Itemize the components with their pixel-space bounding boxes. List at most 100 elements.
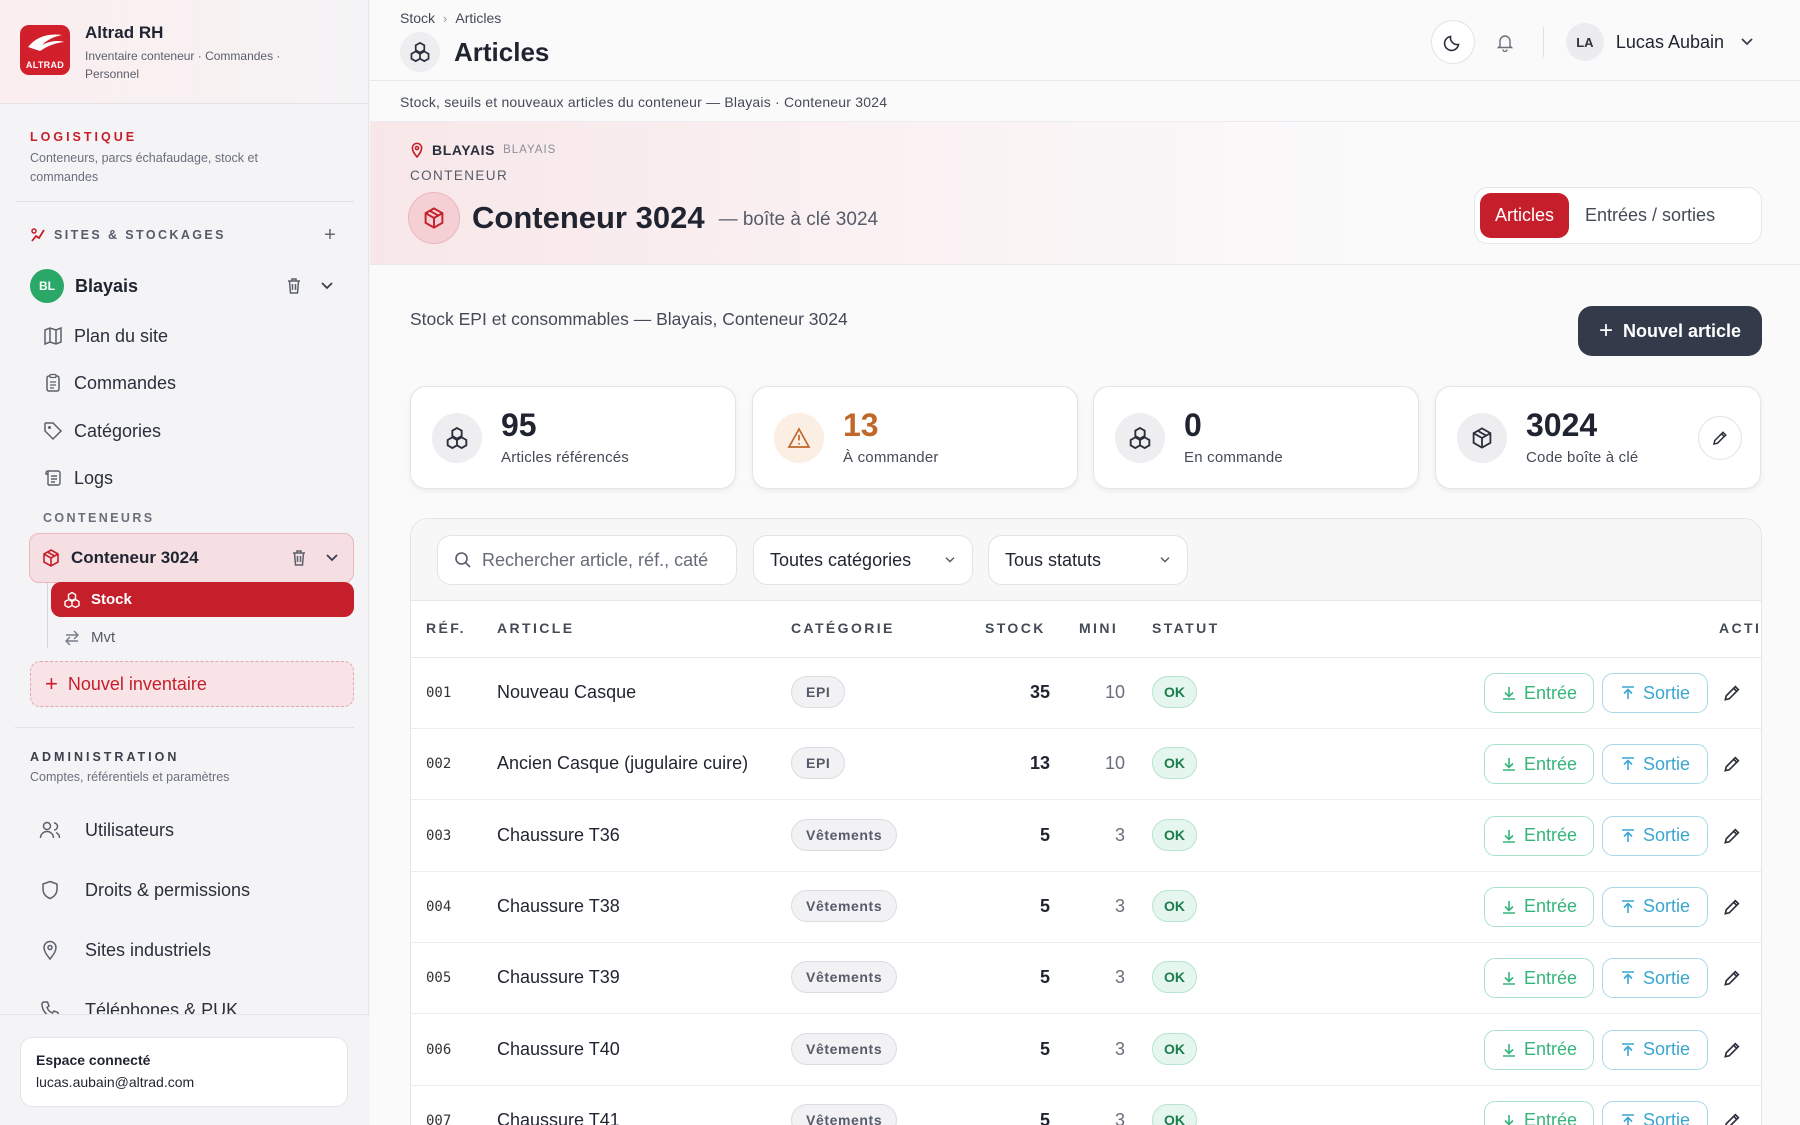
pin-icon [411, 142, 423, 158]
entry-button[interactable]: Entrée [1484, 1029, 1594, 1070]
sidebar-item-movements[interactable]: Mvt [51, 620, 354, 655]
article-ref: 002 [426, 756, 452, 773]
edit-article-button[interactable] [1714, 889, 1750, 925]
article-name: Chaussure T36 [497, 824, 620, 845]
notifications-button[interactable] [1483, 20, 1527, 64]
entry-button[interactable]: Entrée [1484, 1100, 1594, 1125]
article-name: Chaussure T40 [497, 1038, 620, 1059]
table-row[interactable]: 002 Ancien Casque (jugulaire cuire) EPI … [411, 729, 1761, 801]
column-header[interactable]: RÉF. [426, 620, 466, 636]
sidebar-item-label: Droits & permissions [85, 879, 251, 900]
trash-icon[interactable] [286, 277, 302, 295]
column-header[interactable]: ARTICLE [497, 620, 574, 636]
tab-articles[interactable]: Articles [1480, 193, 1570, 238]
download-icon [1502, 758, 1515, 772]
mini-value: 10 [1104, 753, 1125, 774]
entry-button[interactable]: Entrée [1484, 958, 1594, 999]
stock-value: 13 [1029, 753, 1050, 774]
kpi-label: Articles référencés [501, 449, 630, 466]
sidebar-item-site-plan[interactable]: Plan du site [42, 318, 342, 354]
article-name: Chaussure T41 [497, 1109, 620, 1125]
column-header[interactable]: STATUT [1152, 620, 1220, 636]
kpi-label: En commande [1184, 449, 1283, 466]
chevron-down-icon [1741, 38, 1753, 46]
map-icon [42, 325, 64, 347]
add-site-button[interactable]: + [320, 224, 340, 247]
entry-button[interactable]: Entrée [1484, 886, 1594, 927]
sidebar-item-label: Sites industriels [85, 939, 212, 960]
kpi-label: À commander [843, 449, 939, 466]
table-row[interactable]: 007 Chaussure T41 Vêtements 5 3 OK Entré… [411, 1086, 1761, 1125]
edit-article-button[interactable] [1714, 1032, 1750, 1068]
table-row[interactable]: 004 Chaussure T38 Vêtements 5 3 OK Entré… [411, 872, 1761, 943]
tree-line [47, 583, 48, 648]
upload-icon [1621, 757, 1634, 771]
edit-article-button[interactable] [1714, 746, 1750, 782]
stock-icon [1115, 413, 1165, 463]
column-header[interactable]: CATÉGORIE [791, 620, 895, 636]
edit-article-button[interactable] [1714, 675, 1750, 711]
cube-icon [41, 548, 61, 568]
trash-icon[interactable] [291, 549, 307, 567]
exit-button[interactable]: Sortie [1602, 744, 1708, 785]
new-inventory-button[interactable]: + Nouvel inventaire [30, 661, 354, 707]
sidebar-item-categories[interactable]: Catégories [42, 413, 342, 449]
tab-movements[interactable]: Entrées / sorties [1569, 205, 1731, 226]
sidebar: ALTRAD Altrad RH Inventaire conteneur · … [0, 0, 369, 1125]
search-icon [455, 552, 471, 568]
table-row[interactable]: 006 Chaussure T40 Vêtements 5 3 OK Entré… [411, 1015, 1761, 1086]
table-row[interactable]: 005 Chaussure T39 Vêtements 5 3 OK Entré… [411, 943, 1761, 1015]
breadcrumb-item[interactable]: Stock [400, 10, 435, 26]
entry-button[interactable]: Entrée [1484, 673, 1594, 713]
table-row[interactable]: 003 Chaussure T36 Vêtements 5 3 OK Entré… [411, 801, 1761, 872]
category-badge: Vêtements [791, 889, 898, 922]
table-header: RÉF. ARTICLE CATÉGORIE STOCK MINI STATUT… [411, 601, 1761, 658]
sidebar-item-stock[interactable]: Stock [51, 582, 354, 617]
exit-button[interactable]: Sortie [1602, 886, 1708, 927]
status-filter-select[interactable]: Tous statuts [988, 535, 1188, 585]
account-card[interactable]: Espace connecté lucas.aubain@altrad.com [20, 1037, 348, 1107]
breadcrumb-item: Articles [455, 10, 502, 26]
exit-button[interactable]: Sortie [1602, 1100, 1708, 1125]
sidebar-item-logs[interactable]: Logs [42, 460, 342, 496]
theme-toggle-button[interactable] [1430, 20, 1475, 64]
mini-value: 3 [1114, 1109, 1125, 1125]
stock-icon [63, 591, 81, 609]
pencil-icon [1725, 1113, 1740, 1125]
edit-key-code-button[interactable] [1698, 416, 1742, 460]
sidebar-item-container-3024[interactable]: Conteneur 3024 [29, 533, 354, 583]
chevron-down-icon[interactable] [325, 553, 339, 563]
category-badge: Vêtements [791, 1103, 898, 1125]
entry-label: Entrée [1523, 825, 1578, 846]
sidebar-item-users[interactable]: Utilisateurs [30, 807, 350, 853]
exit-button[interactable]: Sortie [1602, 815, 1708, 856]
category-filter-select[interactable]: Toutes catégories [753, 535, 973, 585]
entry-button[interactable]: Entrée [1484, 815, 1594, 856]
edit-article-button[interactable] [1714, 960, 1750, 996]
sidebar-item-industrial-sites[interactable]: Sites industriels [30, 927, 350, 973]
exit-label: Sortie [1642, 753, 1691, 774]
container-hero: BLAYAIS BLAYAIS CONTENEUR Conteneur 3024… [370, 122, 1800, 265]
swap-icon [63, 629, 81, 647]
edit-article-button[interactable] [1714, 1103, 1750, 1125]
exit-button[interactable]: Sortie [1602, 1029, 1708, 1070]
column-header[interactable]: STOCK [985, 620, 1046, 636]
status-filter-value: Tous statuts [1005, 549, 1102, 570]
chevron-down-icon[interactable] [320, 281, 334, 291]
entry-button[interactable]: Entrée [1484, 744, 1594, 785]
stock-value: 5 [1039, 1109, 1050, 1125]
sidebar-item-permissions[interactable]: Droits & permissions [30, 867, 350, 913]
user-menu[interactable]: LA Lucas Aubain [1565, 23, 1754, 61]
column-header[interactable]: MINI [1079, 620, 1118, 636]
admin-heading: ADMINISTRATION [30, 750, 180, 764]
table-row[interactable]: 001 Nouveau Casque EPI 35 10 OK Entrée S… [411, 658, 1761, 729]
search-input[interactable] [482, 549, 722, 571]
new-article-button[interactable]: + Nouvel article [1578, 306, 1762, 356]
altrad-logo[interactable]: ALTRAD [20, 25, 70, 75]
site-blayais[interactable]: BL Blayais [30, 268, 340, 304]
edit-article-button[interactable] [1714, 818, 1750, 854]
logistics-description: Conteneurs, parcs échafaudage, stock et … [30, 151, 258, 184]
sidebar-item-orders[interactable]: Commandes [42, 365, 342, 401]
exit-button[interactable]: Sortie [1602, 673, 1708, 713]
exit-button[interactable]: Sortie [1602, 958, 1708, 999]
